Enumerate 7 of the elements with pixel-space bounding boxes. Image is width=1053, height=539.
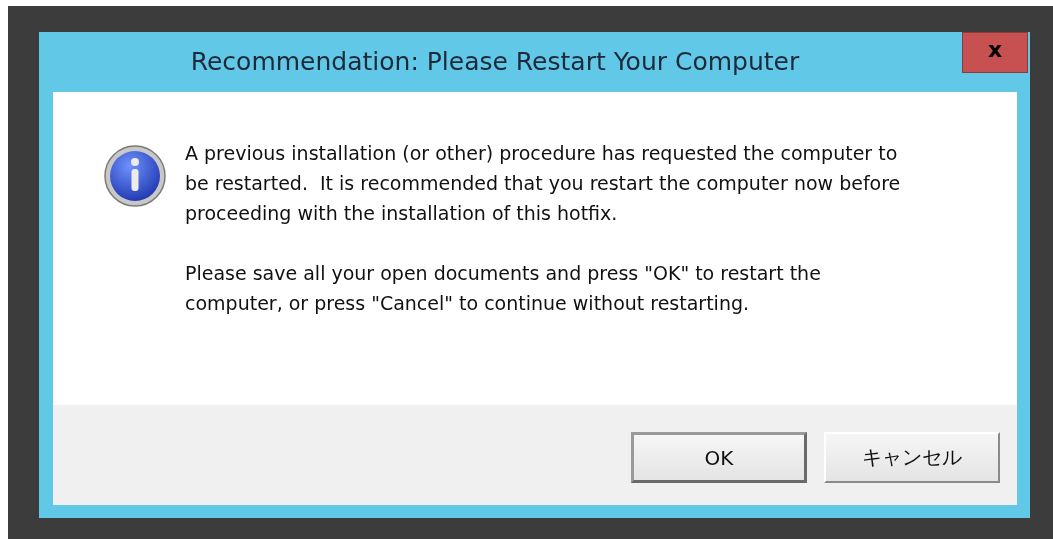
window-title: Recommendation: Please Restart Your Computer (190, 46, 800, 78)
ok-button[interactable]: OK (631, 432, 807, 483)
information-icon (103, 144, 167, 208)
message-text: A previous installation (or other) procedure has requested the computer to be restarted. It is recommended that you restart the computer now before proceeding with the installation of this hotfix. (185, 141, 902, 226)
cancel-button[interactable]: キャンセル (824, 432, 1000, 483)
close-button[interactable]: x (962, 32, 1028, 73)
message-text: Please save all your open documents and press "OK" to restart the computer, or press "Cancel" to continue without restarting. (185, 261, 822, 316)
